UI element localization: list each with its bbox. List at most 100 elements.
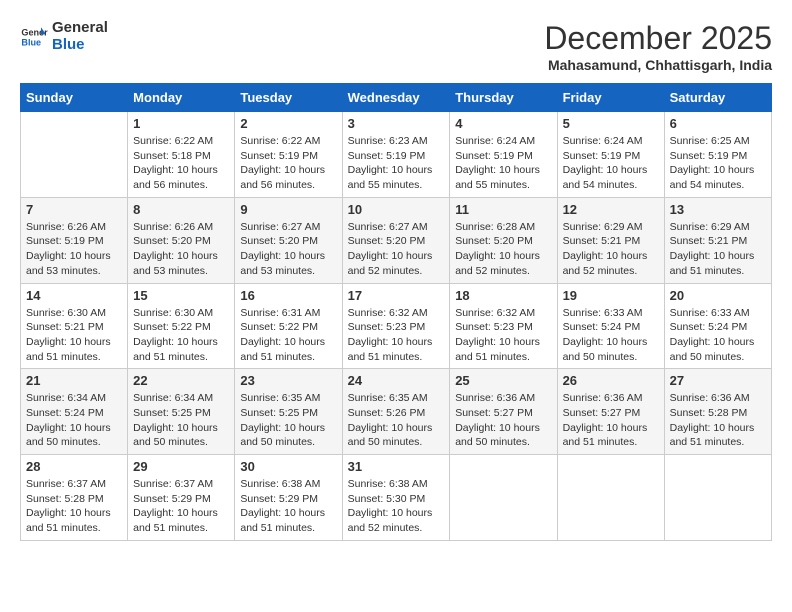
calendar-cell: 21 Sunrise: 6:34 AMSunset: 5:24 PMDayligh… xyxy=(21,369,128,455)
weekday-header: Sunday xyxy=(21,84,128,112)
cell-info: Sunrise: 6:36 AMSunset: 5:27 PMDaylight:… xyxy=(455,391,551,450)
cell-info: Sunrise: 6:36 AMSunset: 5:28 PMDaylight:… xyxy=(670,391,766,450)
cell-info: Sunrise: 6:34 AMSunset: 5:24 PMDaylight:… xyxy=(26,391,122,450)
cell-info: Sunrise: 6:27 AMSunset: 5:20 PMDaylight:… xyxy=(348,220,445,279)
calendar-cell xyxy=(664,455,771,541)
day-number: 22 xyxy=(133,373,229,388)
logo: General Blue General Blue xyxy=(20,20,108,53)
calendar-week-row: 28Sunrise: 6:37 AMSunset: 5:28 PMDayligh… xyxy=(21,455,772,541)
day-number: 24 xyxy=(348,373,445,388)
cell-info: Sunrise: 6:22 AMSunset: 5:19 PMDaylight:… xyxy=(240,134,336,193)
month-title: December 2025 xyxy=(544,20,772,57)
calendar-cell: 22 Sunrise: 6:34 AMSunset: 5:25 PMDayligh… xyxy=(128,369,235,455)
day-number: 14 xyxy=(26,288,122,303)
day-number: 25 xyxy=(455,373,551,388)
cell-info: Sunrise: 6:29 AMSunset: 5:21 PMDaylight:… xyxy=(563,220,659,279)
logo-line2: Blue xyxy=(52,37,108,54)
cell-info: Sunrise: 6:34 AMSunset: 5:25 PMDaylight:… xyxy=(133,391,229,450)
day-number: 10 xyxy=(348,202,445,217)
calendar-table: SundayMondayTuesdayWednesdayThursdayFrid… xyxy=(20,83,772,541)
cell-info: Sunrise: 6:38 AMSunset: 5:29 PMDaylight:… xyxy=(240,477,336,536)
calendar-cell: 24 Sunrise: 6:35 AMSunset: 5:26 PMDayligh… xyxy=(342,369,450,455)
calendar-cell: 30Sunrise: 6:38 AMSunset: 5:29 PMDayligh… xyxy=(235,455,342,541)
calendar-cell xyxy=(450,455,557,541)
cell-info: Sunrise: 6:27 AMSunset: 5:20 PMDaylight:… xyxy=(240,220,336,279)
weekday-header: Friday xyxy=(557,84,664,112)
calendar-cell: 20 Sunrise: 6:33 AMSunset: 5:24 PMDayligh… xyxy=(664,283,771,369)
calendar-cell: 16 Sunrise: 6:31 AMSunset: 5:22 PMDayligh… xyxy=(235,283,342,369)
calendar-cell: 17Sunrise: 6:32 AMSunset: 5:23 PMDayligh… xyxy=(342,283,450,369)
calendar-cell: 29 Sunrise: 6:37 AMSunset: 5:29 PMDayligh… xyxy=(128,455,235,541)
calendar-cell: 19 Sunrise: 6:33 AMSunset: 5:24 PMDayligh… xyxy=(557,283,664,369)
logo-line1: General xyxy=(52,20,108,37)
calendar-cell: 28Sunrise: 6:37 AMSunset: 5:28 PMDayligh… xyxy=(21,455,128,541)
calendar-cell: 23Sunrise: 6:35 AMSunset: 5:25 PMDayligh… xyxy=(235,369,342,455)
day-number: 21 xyxy=(26,373,122,388)
day-number: 20 xyxy=(670,288,766,303)
calendar-cell: 31 Sunrise: 6:38 AMSunset: 5:30 PMDayligh… xyxy=(342,455,450,541)
weekday-header: Wednesday xyxy=(342,84,450,112)
cell-info: Sunrise: 6:26 AMSunset: 5:20 PMDaylight:… xyxy=(133,220,229,279)
calendar-week-row: 7 Sunrise: 6:26 AMSunset: 5:19 PMDaylight… xyxy=(21,197,772,283)
day-number: 13 xyxy=(670,202,766,217)
calendar-cell: 5 Sunrise: 6:24 AMSunset: 5:19 PMDaylight… xyxy=(557,112,664,198)
weekday-header: Monday xyxy=(128,84,235,112)
calendar-cell: 3 Sunrise: 6:23 AMSunset: 5:19 PMDaylight… xyxy=(342,112,450,198)
cell-info: Sunrise: 6:35 AMSunset: 5:26 PMDaylight:… xyxy=(348,391,445,450)
svg-text:Blue: Blue xyxy=(21,37,41,47)
day-number: 1 xyxy=(133,116,229,131)
calendar-cell: 8 Sunrise: 6:26 AMSunset: 5:20 PMDaylight… xyxy=(128,197,235,283)
day-number: 18 xyxy=(455,288,551,303)
day-number: 29 xyxy=(133,459,229,474)
day-number: 6 xyxy=(670,116,766,131)
cell-info: Sunrise: 6:33 AMSunset: 5:24 PMDaylight:… xyxy=(563,306,659,365)
weekday-header: Tuesday xyxy=(235,84,342,112)
day-number: 16 xyxy=(240,288,336,303)
page-header: General Blue General Blue December 2025 … xyxy=(20,20,772,73)
day-number: 5 xyxy=(563,116,659,131)
day-number: 4 xyxy=(455,116,551,131)
day-number: 7 xyxy=(26,202,122,217)
day-number: 19 xyxy=(563,288,659,303)
location: Mahasamund, Chhattisgarh, India xyxy=(544,57,772,73)
calendar-cell: 25 Sunrise: 6:36 AMSunset: 5:27 PMDayligh… xyxy=(450,369,557,455)
title-block: December 2025 Mahasamund, Chhattisgarh, … xyxy=(544,20,772,73)
cell-info: Sunrise: 6:30 AMSunset: 5:21 PMDaylight:… xyxy=(26,306,122,365)
calendar-body: 1Sunrise: 6:22 AMSunset: 5:18 PMDaylight… xyxy=(21,112,772,541)
day-number: 11 xyxy=(455,202,551,217)
cell-info: Sunrise: 6:29 AMSunset: 5:21 PMDaylight:… xyxy=(670,220,766,279)
calendar-cell xyxy=(557,455,664,541)
calendar-header-row: SundayMondayTuesdayWednesdayThursdayFrid… xyxy=(21,84,772,112)
calendar-cell: 6Sunrise: 6:25 AMSunset: 5:19 PMDaylight… xyxy=(664,112,771,198)
calendar-cell: 11 Sunrise: 6:28 AMSunset: 5:20 PMDayligh… xyxy=(450,197,557,283)
day-number: 31 xyxy=(348,459,445,474)
cell-info: Sunrise: 6:23 AMSunset: 5:19 PMDaylight:… xyxy=(348,134,445,193)
day-number: 26 xyxy=(563,373,659,388)
calendar-cell xyxy=(21,112,128,198)
calendar-cell: 10 Sunrise: 6:27 AMSunset: 5:20 PMDayligh… xyxy=(342,197,450,283)
calendar-cell: 13 Sunrise: 6:29 AMSunset: 5:21 PMDayligh… xyxy=(664,197,771,283)
cell-info: Sunrise: 6:36 AMSunset: 5:27 PMDaylight:… xyxy=(563,391,659,450)
cell-info: Sunrise: 6:33 AMSunset: 5:24 PMDaylight:… xyxy=(670,306,766,365)
cell-info: Sunrise: 6:30 AMSunset: 5:22 PMDaylight:… xyxy=(133,306,229,365)
day-number: 8 xyxy=(133,202,229,217)
day-number: 23 xyxy=(240,373,336,388)
calendar-cell: 2Sunrise: 6:22 AMSunset: 5:19 PMDaylight… xyxy=(235,112,342,198)
day-number: 15 xyxy=(133,288,229,303)
cell-info: Sunrise: 6:24 AMSunset: 5:19 PMDaylight:… xyxy=(563,134,659,193)
calendar-cell: 1Sunrise: 6:22 AMSunset: 5:18 PMDaylight… xyxy=(128,112,235,198)
day-number: 17 xyxy=(348,288,445,303)
cell-info: Sunrise: 6:31 AMSunset: 5:22 PMDaylight:… xyxy=(240,306,336,365)
calendar-cell: 27Sunrise: 6:36 AMSunset: 5:28 PMDayligh… xyxy=(664,369,771,455)
weekday-header: Thursday xyxy=(450,84,557,112)
day-number: 3 xyxy=(348,116,445,131)
logo-icon: General Blue xyxy=(20,23,48,51)
day-number: 12 xyxy=(563,202,659,217)
cell-info: Sunrise: 6:38 AMSunset: 5:30 PMDaylight:… xyxy=(348,477,445,536)
calendar-cell: 9Sunrise: 6:27 AMSunset: 5:20 PMDaylight… xyxy=(235,197,342,283)
cell-info: Sunrise: 6:37 AMSunset: 5:29 PMDaylight:… xyxy=(133,477,229,536)
weekday-header: Saturday xyxy=(664,84,771,112)
cell-info: Sunrise: 6:26 AMSunset: 5:19 PMDaylight:… xyxy=(26,220,122,279)
cell-info: Sunrise: 6:28 AMSunset: 5:20 PMDaylight:… xyxy=(455,220,551,279)
calendar-week-row: 21 Sunrise: 6:34 AMSunset: 5:24 PMDayligh… xyxy=(21,369,772,455)
